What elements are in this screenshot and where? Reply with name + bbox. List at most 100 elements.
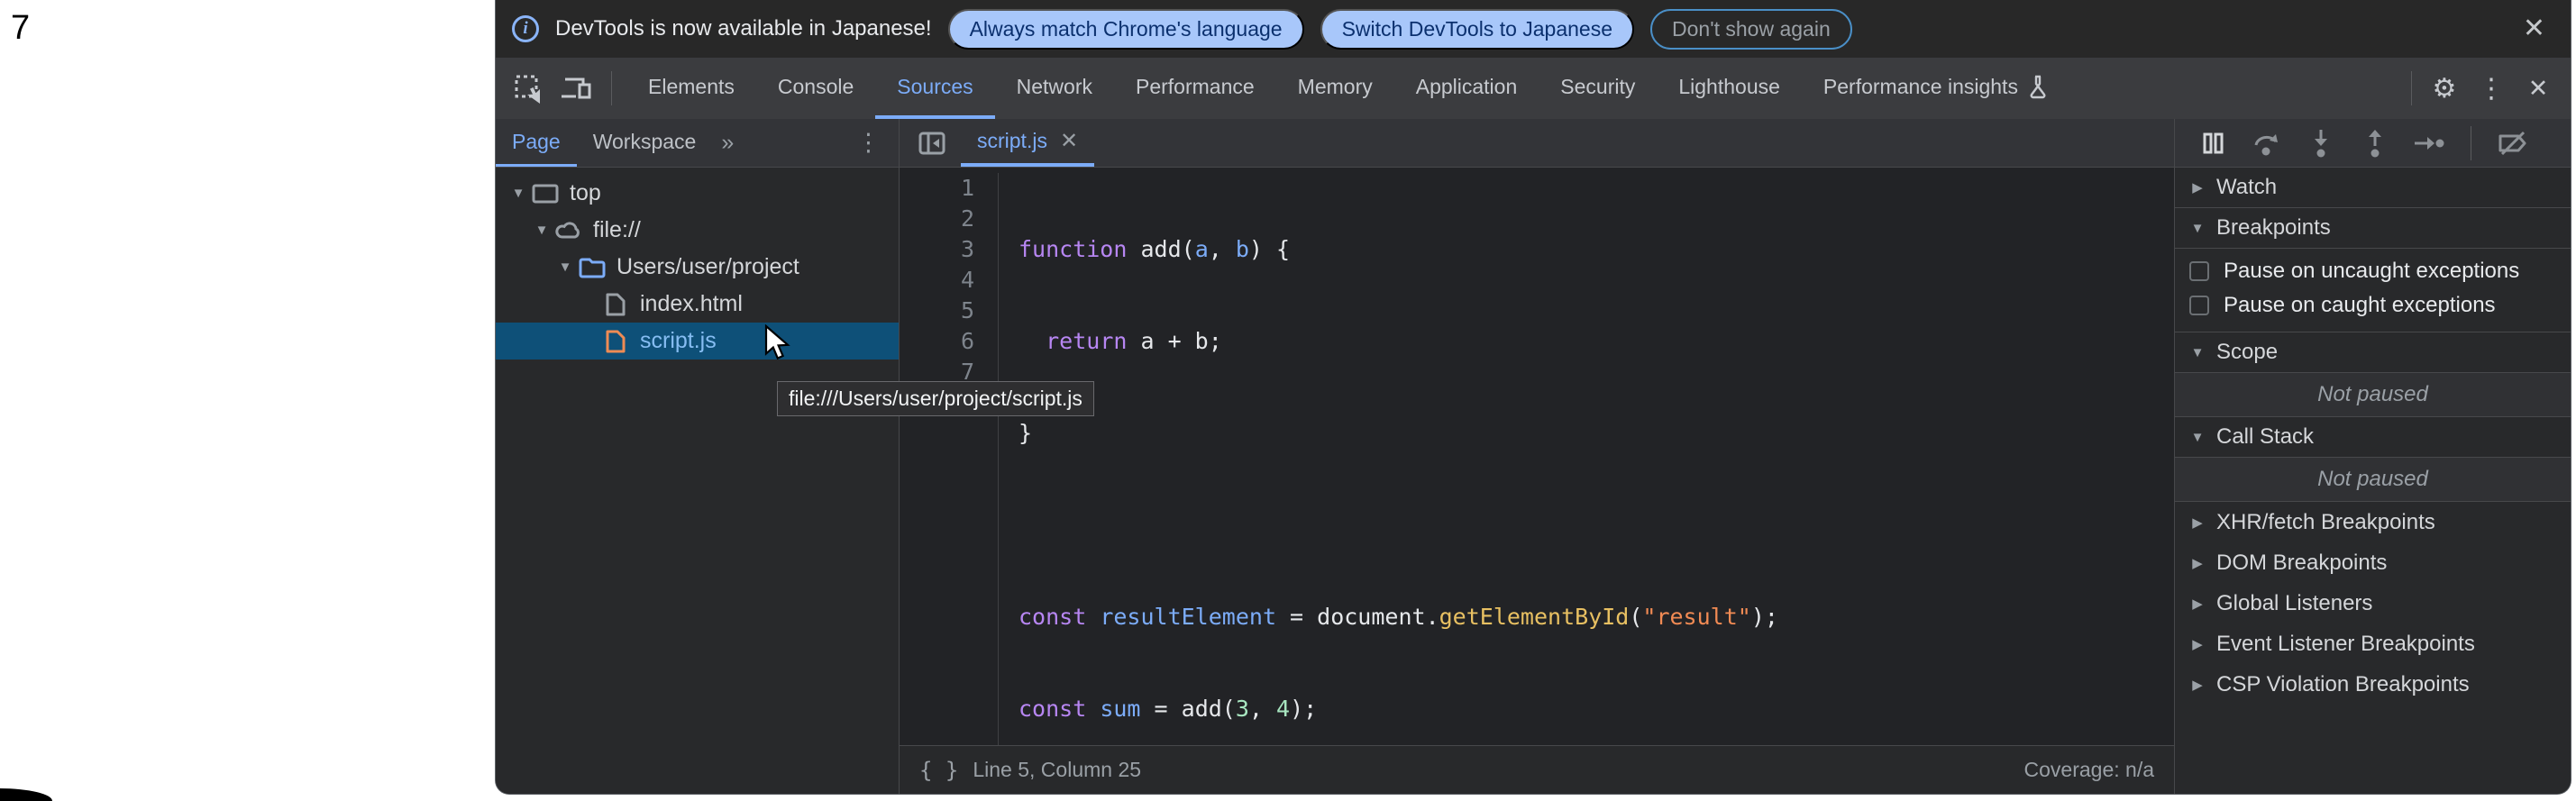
infobar-close-icon[interactable]: ✕ [2523,15,2545,42]
section-global-listeners[interactable]: ▶ Global Listeners [2175,583,2571,624]
collapsed-arrow-icon[interactable]: ▶ [2188,677,2207,693]
expanded-arrow-icon[interactable]: ▼ [2188,221,2207,236]
step-out-icon[interactable] [2357,125,2393,161]
code-line: function add(a, b) { [1019,234,1778,265]
tree-item-file-origin[interactable]: ▼ file:// [496,212,899,249]
section-scope[interactable]: ▼ Scope [2175,332,2571,373]
panel-tabs: Elements Console Sources Network Perform… [626,58,2070,119]
navigator-more-options-icon[interactable]: ⋮ [856,129,899,157]
flask-icon [2027,74,2049,99]
section-label: Scope [2216,340,2278,365]
debugger-sections: ▶ Watch ▼ Breakpoints Pause on uncaught … [2175,168,2571,794]
navigator-tab-workspace[interactable]: Workspace [577,119,713,167]
section-csp-violation-breakpoints[interactable]: ▶ CSP Violation Breakpoints [2175,664,2571,705]
editor-pane: script.js ✕ 1 2 3 4 5 6 7 func [900,119,2174,794]
collapsed-arrow-icon[interactable]: ▶ [2188,514,2207,531]
tab-application[interactable]: Application [1394,58,1539,119]
device-toolbar-glyph [560,72,594,105]
section-label: Call Stack [2216,424,2314,450]
step-into-icon[interactable] [2303,125,2339,161]
section-label: DOM Breakpoints [2216,551,2387,576]
switch-to-japanese-button[interactable]: Switch DevTools to Japanese [1320,9,1634,50]
section-call-stack[interactable]: ▼ Call Stack [2175,417,2571,458]
debugger-pane: ▶ Watch ▼ Breakpoints Pause on uncaught … [2174,119,2571,794]
navigator-tab-page[interactable]: Page [496,119,577,167]
tab-console[interactable]: Console [756,58,875,119]
tab-performance[interactable]: Performance [1114,58,1276,119]
editor-tab-script-js[interactable]: script.js ✕ [961,119,1094,167]
expand-arrow-icon[interactable]: ▼ [507,186,530,201]
sources-panel: Page Workspace » ⋮ ▼ top ▼ [496,119,2571,794]
tab-sources[interactable]: Sources [875,58,994,119]
editor-tab-label: script.js [977,129,1047,153]
tab-network[interactable]: Network [995,58,1114,119]
navigator-pane: Page Workspace » ⋮ ▼ top ▼ [496,119,900,794]
pause-caught-checkbox[interactable] [2189,296,2209,315]
page-number-label: 7 [11,9,30,48]
pause-uncaught-checkbox[interactable] [2189,261,2209,281]
expanded-arrow-icon[interactable]: ▼ [2188,345,2207,360]
file-path-tooltip: file:///Users/user/project/script.js [777,381,1094,416]
tab-elements[interactable]: Elements [626,58,756,119]
tab-memory[interactable]: Memory [1276,58,1394,119]
tree-item-top[interactable]: ▼ top [496,175,899,212]
toolbar-divider [611,71,612,105]
checkbox-label: Pause on uncaught exceptions [2224,259,2519,284]
step-icon[interactable] [2411,125,2447,161]
line-number: 1 [900,173,974,204]
collapsed-arrow-icon[interactable]: ▶ [2188,636,2207,652]
tree-item-label: top [570,180,601,206]
section-event-listener-breakpoints[interactable]: ▶ Event Listener Breakpoints [2175,624,2571,664]
editor-tabstrip: script.js ✕ [900,119,2174,168]
tree-item-script-js[interactable]: script.js [496,323,899,360]
collapsed-arrow-icon[interactable]: ▶ [2188,555,2207,571]
code-lines: function add(a, b) { return a + b; } con… [999,173,1778,745]
tab-performance-insights[interactable]: Performance insights [1802,58,2070,119]
device-toolbar-icon[interactable] [557,68,597,108]
tab-close-icon[interactable]: ✕ [1060,128,1078,154]
collapsed-arrow-icon[interactable]: ▶ [2188,179,2207,196]
pause-icon[interactable] [2195,125,2231,161]
section-breakpoints[interactable]: ▼ Breakpoints [2175,208,2571,249]
tab-security[interactable]: Security [1539,58,1657,119]
section-xhr-fetch-breakpoints[interactable]: ▶ XHR/fetch Breakpoints [2175,502,2571,542]
tree-item-label: script.js [640,328,717,354]
deactivate-breakpoints-icon[interactable] [2495,125,2531,161]
js-file-icon [600,329,631,354]
expanded-arrow-icon[interactable]: ▼ [2188,430,2207,445]
expand-arrow-icon[interactable]: ▼ [530,223,553,238]
more-options-icon[interactable]: ⋮ [2471,68,2511,108]
more-tabs-icon[interactable]: » [712,130,743,156]
collapsed-arrow-icon[interactable]: ▶ [2188,596,2207,612]
line-number: 3 [900,234,974,265]
tab-lighthouse[interactable]: Lighthouse [1657,58,1802,119]
expand-arrow-icon[interactable]: ▼ [553,259,577,275]
code-editor[interactable]: 1 2 3 4 5 6 7 function add(a, b) { retur… [900,168,2174,745]
file-icon [600,292,631,317]
section-dom-breakpoints[interactable]: ▶ DOM Breakpoints [2175,542,2571,583]
infobar-message: DevTools is now available in Japanese! [555,16,932,41]
devtools-close-icon[interactable]: ✕ [2518,68,2558,108]
section-watch[interactable]: ▶ Watch [2175,168,2571,208]
tree-item-label: file:// [593,217,641,243]
tree-item-label: Users/user/project [617,254,799,280]
pause-caught-row[interactable]: Pause on caught exceptions [2175,288,2571,323]
always-match-language-button[interactable]: Always match Chrome's language [948,9,1304,50]
cursor-position-label: Line 5, Column 25 [973,758,1141,782]
tree-item-project-folder[interactable]: ▼ Users/user/project [496,249,899,286]
step-over-icon[interactable] [2249,125,2285,161]
tree-item-index-html[interactable]: index.html [496,286,899,323]
section-label: Breakpoints [2216,215,2331,241]
settings-gear-icon[interactable]: ⚙ [2425,68,2464,108]
line-number: 4 [900,265,974,296]
section-label: Event Listener Breakpoints [2216,632,2475,657]
tree-item-label: index.html [640,291,743,317]
navigator-toolbar: Page Workspace » ⋮ [496,119,899,168]
scope-status: Not paused [2175,373,2571,417]
pretty-print-icon[interactable]: { } [919,758,958,783]
pause-uncaught-row[interactable]: Pause on uncaught exceptions [2175,254,2571,288]
dont-show-again-button[interactable]: Don't show again [1650,9,1852,50]
hide-navigator-icon[interactable] [912,123,952,163]
line-number-gutter: 1 2 3 4 5 6 7 [900,173,999,745]
inspect-element-icon[interactable] [508,68,548,108]
